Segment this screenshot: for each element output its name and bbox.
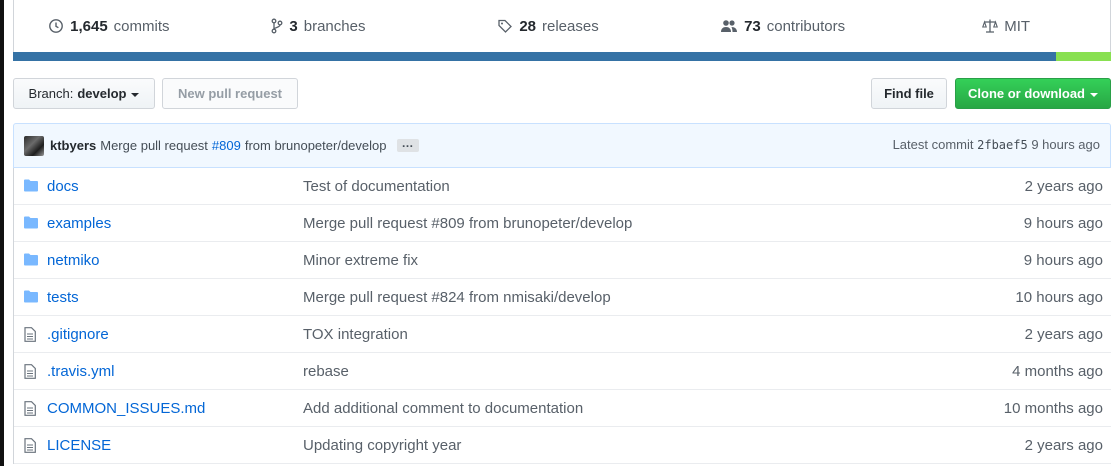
avatar[interactable] bbox=[24, 135, 44, 156]
people-icon bbox=[720, 18, 738, 34]
file-icon bbox=[24, 364, 36, 383]
releases-label: releases bbox=[542, 17, 599, 35]
branches-link[interactable]: 3 branches bbox=[204, 18, 434, 35]
file-row: docs Test of documentation 2 years ago bbox=[14, 168, 1111, 205]
file-name-link[interactable]: LICENSE bbox=[47, 437, 111, 454]
window-edge bbox=[0, 0, 4, 466]
commits-count: 1,645 bbox=[70, 17, 108, 35]
latest-commit-bar: ktbyers Merge pull request #809 from bru… bbox=[13, 123, 1111, 168]
file-commit-age: 2 years ago bbox=[1024, 437, 1103, 454]
file-icon bbox=[24, 438, 36, 457]
file-name-link[interactable]: tests bbox=[47, 289, 79, 306]
commits-label: commits bbox=[113, 17, 170, 35]
commit-message[interactable]: Merge pull request bbox=[100, 138, 208, 153]
contributors-link[interactable]: 73 contributors bbox=[663, 18, 903, 35]
file-icon bbox=[24, 401, 36, 420]
file-commit-message[interactable]: Merge pull request #824 from nmisaki/dev… bbox=[303, 289, 611, 306]
language-bar-segment[interactable] bbox=[13, 52, 1057, 61]
file-name-link[interactable]: examples bbox=[47, 215, 111, 232]
file-name-link[interactable]: .travis.yml bbox=[47, 363, 115, 380]
branch-select-button[interactable]: Branch: develop bbox=[13, 78, 155, 109]
contributors-label: contributors bbox=[766, 17, 846, 35]
file-commit-age: 4 months ago bbox=[1012, 363, 1103, 380]
releases-link[interactable]: 28 releases bbox=[433, 18, 663, 35]
file-row: .travis.yml rebase 4 months ago bbox=[14, 353, 1111, 390]
branch-prefix-label: Branch: bbox=[28, 86, 74, 101]
file-commit-age: 10 months ago bbox=[1003, 400, 1103, 417]
releases-count: 28 bbox=[519, 17, 537, 35]
file-commit-age: 2 years ago bbox=[1024, 326, 1103, 343]
file-row: .gitignore TOX integration 2 years ago bbox=[14, 316, 1111, 353]
pull-request-link[interactable]: #809 bbox=[212, 138, 241, 153]
clone-label: Clone or download bbox=[968, 86, 1085, 101]
file-list: docs Test of documentation 2 years ago exam… bbox=[13, 168, 1111, 464]
history-icon bbox=[48, 18, 64, 34]
latest-commit-info: Latest commit 2fbaef5 9 hours ago bbox=[893, 137, 1100, 152]
repo-summary-bar: 1,645 commits 3 branches 28 releases 73 … bbox=[13, 0, 1111, 52]
file-commit-message[interactable]: Updating copyright year bbox=[303, 437, 461, 454]
commit-message-suffix[interactable]: from brunopeter/develop bbox=[245, 138, 387, 153]
folder-icon bbox=[24, 216, 38, 233]
latest-commit-label: Latest commit bbox=[892, 137, 974, 152]
file-commit-age: 9 hours ago bbox=[1023, 252, 1103, 269]
file-row: netmiko Minor extreme fix 9 hours ago bbox=[14, 242, 1111, 279]
find-file-button[interactable]: Find file bbox=[871, 78, 947, 109]
file-name-link[interactable]: .gitignore bbox=[47, 326, 109, 343]
file-commit-age: 9 hours ago bbox=[1023, 215, 1103, 232]
clone-download-button[interactable]: Clone or download bbox=[955, 78, 1111, 109]
file-commit-message[interactable]: Add additional comment to documentation bbox=[303, 400, 583, 417]
language-bar[interactable] bbox=[13, 52, 1111, 61]
file-row: COMMON_ISSUES.md Add additional comment t… bbox=[14, 390, 1111, 427]
file-commit-message[interactable]: Test of documentation bbox=[303, 178, 450, 195]
law-scale-icon bbox=[982, 18, 999, 34]
caret-down-icon bbox=[1090, 92, 1098, 97]
expand-message-button[interactable]: … bbox=[396, 137, 419, 152]
tag-icon bbox=[497, 18, 513, 34]
commit-author[interactable]: ktbyers bbox=[50, 138, 96, 153]
branch-name: develop bbox=[77, 86, 127, 101]
branch-icon bbox=[271, 18, 283, 34]
file-commit-message[interactable]: rebase bbox=[303, 363, 349, 380]
file-name-link[interactable]: docs bbox=[47, 178, 79, 195]
contributors-count: 73 bbox=[744, 17, 761, 35]
file-name-link[interactable]: netmiko bbox=[47, 252, 100, 269]
file-name-link[interactable]: COMMON_ISSUES.md bbox=[47, 400, 205, 417]
file-row: examples Merge pull request #809 from bru… bbox=[14, 205, 1111, 242]
file-commit-message[interactable]: TOX integration bbox=[303, 326, 408, 343]
file-commit-message[interactable]: Minor extreme fix bbox=[303, 252, 418, 269]
file-commit-age: 2 years ago bbox=[1024, 178, 1103, 195]
license-link[interactable]: MIT bbox=[902, 18, 1110, 35]
branches-count: 3 bbox=[289, 17, 298, 35]
commit-sha-link[interactable]: 2fbaef5 bbox=[977, 138, 1028, 152]
folder-icon bbox=[24, 253, 38, 270]
file-row: LICENSE Updating copyright year 2 years ag… bbox=[14, 427, 1111, 464]
commits-link[interactable]: 1,645 commits bbox=[14, 18, 204, 35]
file-commit-age: 10 hours ago bbox=[1015, 289, 1103, 306]
caret-down-icon bbox=[131, 92, 140, 97]
commit-age: 9 hours ago bbox=[1031, 137, 1100, 152]
folder-icon bbox=[24, 179, 38, 196]
branches-label: branches bbox=[303, 17, 366, 35]
folder-icon bbox=[24, 290, 38, 307]
license-label: MIT bbox=[1004, 17, 1031, 35]
file-icon bbox=[24, 327, 36, 346]
file-row: tests Merge pull request #824 from nmisak… bbox=[14, 279, 1111, 316]
language-bar-segment[interactable] bbox=[1056, 52, 1111, 61]
file-commit-message[interactable]: Merge pull request #809 from brunopeter/… bbox=[303, 215, 632, 232]
new-pull-request-button[interactable]: New pull request bbox=[162, 78, 298, 109]
